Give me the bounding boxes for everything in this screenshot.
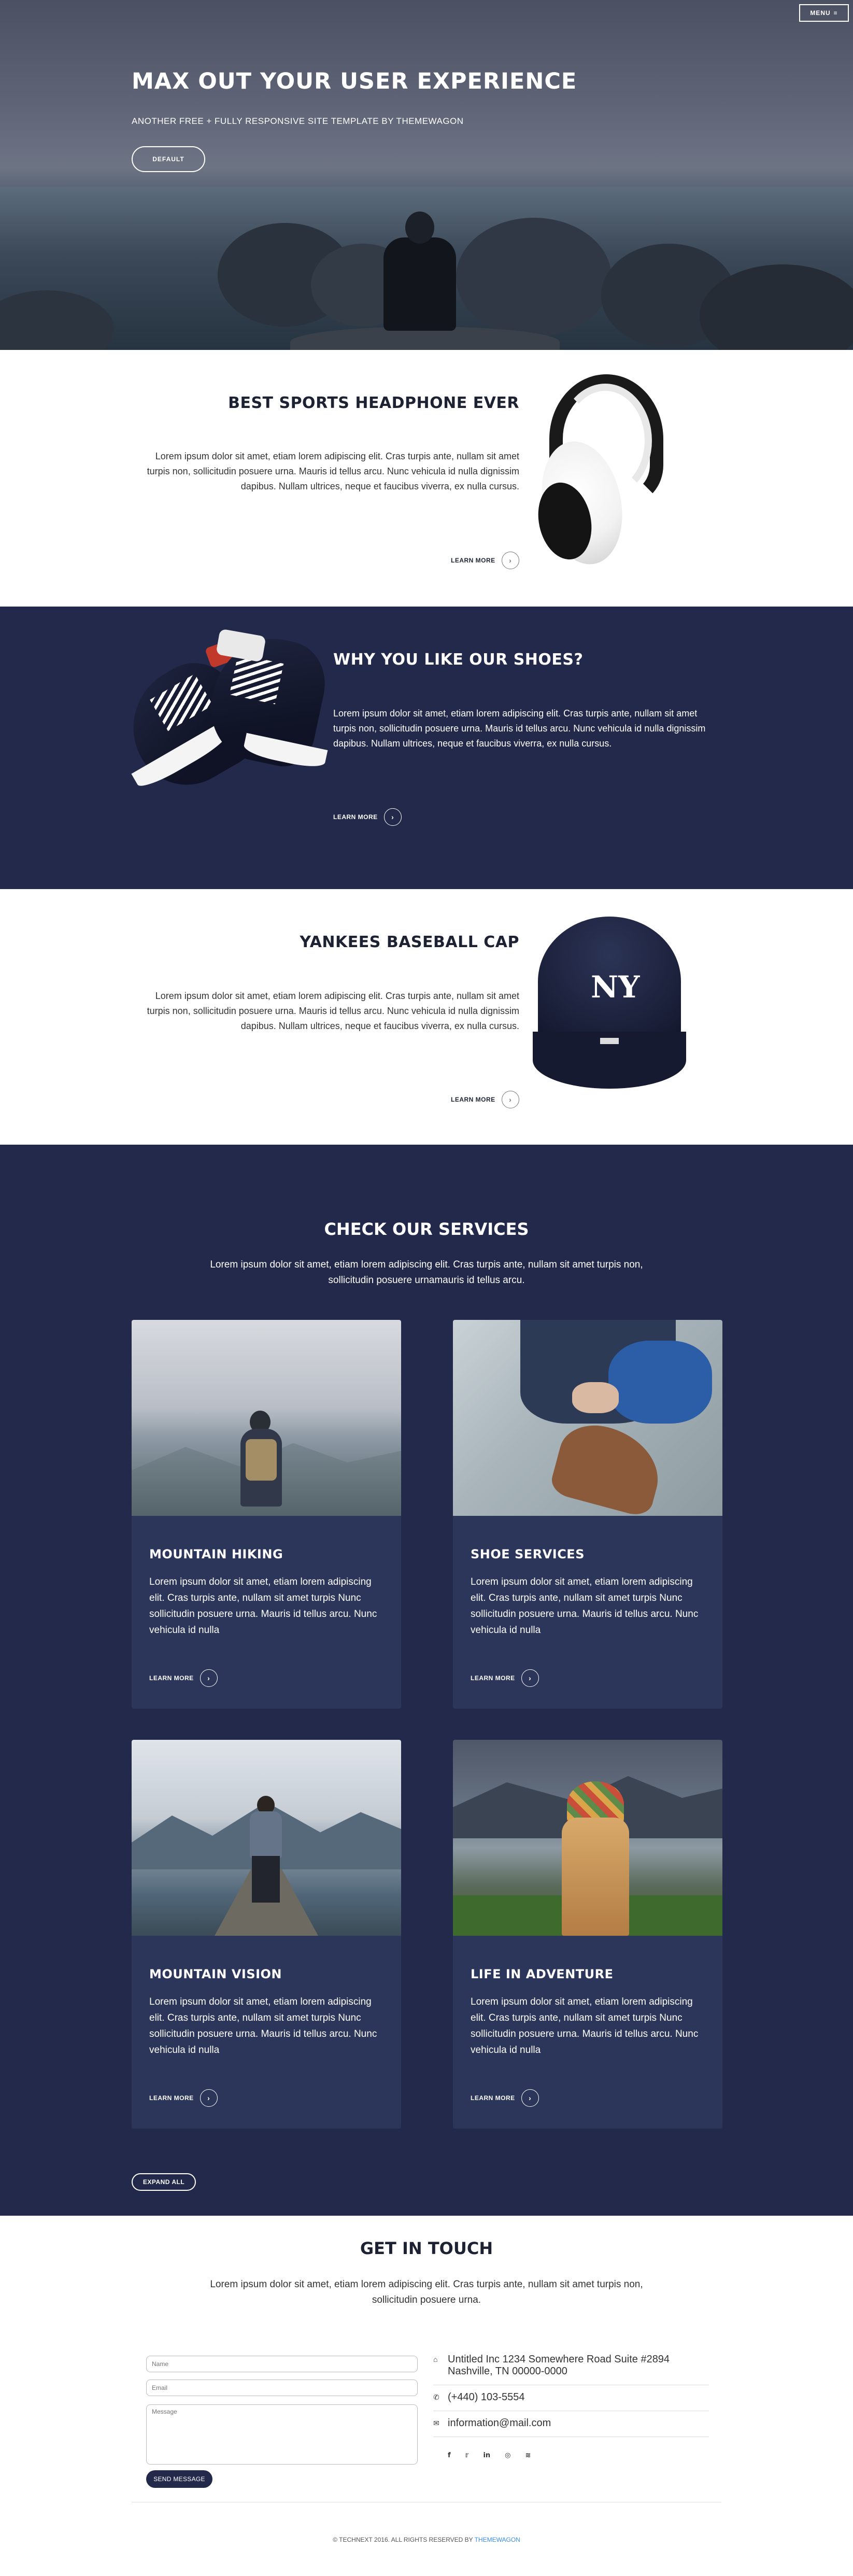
hero-rock <box>456 218 612 337</box>
email-address[interactable]: information@mail.com <box>448 2417 551 2429</box>
phone-row: ✆ (+440) 103-5554 <box>433 2385 709 2411</box>
hiking-photo <box>132 1320 401 1516</box>
product-body: Lorem ipsum dolor sit amet, etiam lorem … <box>333 708 706 749</box>
message-textarea[interactable] <box>146 2404 418 2465</box>
arrow-right-icon: › <box>200 1669 218 1687</box>
learn-more-label: LEARN MORE <box>149 1674 194 1682</box>
name-input[interactable] <box>146 2356 418 2372</box>
arrow-right-icon: › <box>383 808 402 826</box>
service-card-mountain-hiking[interactable]: MOUNTAIN HIKING Lorem ipsum dolor sit am… <box>132 1320 401 1709</box>
email-row: ✉ information@mail.com <box>433 2411 709 2437</box>
arrow-right-icon: › <box>521 1669 539 1687</box>
learn-more-label: LEARN MORE <box>451 557 495 564</box>
learn-more-label: LEARN MORE <box>471 1674 515 1682</box>
contact-info: ⌂ Untitled Inc 1234 Somewhere Road Suite… <box>433 2350 709 2437</box>
twitter-icon[interactable]: 𝕣 <box>465 2452 469 2459</box>
mountain-vision-photo <box>132 1740 401 1936</box>
shoe-service-photo <box>453 1320 722 1516</box>
footer: © TECHNEXT 2016. ALL RIGHTS RESERVED BY … <box>0 2536 853 2543</box>
ny-logo: NY <box>591 969 640 1005</box>
card-title: MOUNTAIN VISION <box>149 1967 282 1981</box>
menu-button[interactable]: MENU ≡ <box>799 4 849 22</box>
services-description: Lorem ipsum dolor sit amet, etiam lorem … <box>210 1259 643 1286</box>
home-icon: ⌂ <box>433 2355 438 2363</box>
rss-icon[interactable]: ≋ <box>525 2452 531 2459</box>
expand-all-button[interactable]: EXPAND ALL <box>132 2173 196 2191</box>
card-title: MOUNTAIN HIKING <box>149 1547 283 1561</box>
product-title: YANKEES BASEBALL CAP <box>300 933 519 951</box>
learn-more-link[interactable]: LEARN MORE › <box>471 2089 539 2107</box>
learn-more-link[interactable]: LEARN MORE › <box>149 2089 218 2107</box>
arrow-right-icon: › <box>501 1091 519 1108</box>
card-body: Lorem ipsum dolor sit amet, etiam lorem … <box>149 1576 377 1636</box>
menu-label: MENU <box>810 9 831 17</box>
learn-more-label: LEARN MORE <box>149 2094 194 2102</box>
card-body: Lorem ipsum dolor sit amet, etiam lorem … <box>471 1576 699 1636</box>
email-input[interactable] <box>146 2380 418 2396</box>
footer-copyright: © TECHNEXT 2016. ALL RIGHTS RESERVED BY <box>333 2536 473 2543</box>
phone-icon: ✆ <box>433 2393 439 2401</box>
card-title: LIFE IN ADVENTURE <box>471 1967 614 1981</box>
facebook-icon[interactable]: f <box>448 2452 451 2459</box>
product-title: BEST SPORTS HEADPHONE EVER <box>228 394 519 412</box>
learn-more-label: LEARN MORE <box>333 813 378 821</box>
services-title: CHECK OUR SERVICES <box>324 1219 529 1239</box>
arrow-right-icon: › <box>501 552 519 569</box>
address-row: ⌂ Untitled Inc 1234 Somewhere Road Suite… <box>433 2350 709 2385</box>
contact-section <box>0 2216 853 2576</box>
phone-number: (+440) 103-5554 <box>448 2391 525 2403</box>
card-body: Lorem ipsum dolor sit amet, etiam lorem … <box>471 1996 699 2056</box>
dribbble-icon[interactable]: ◎ <box>505 2452 510 2459</box>
product-body: Lorem ipsum dolor sit amet, etiam lorem … <box>147 451 519 491</box>
service-card-life-in-adventure[interactable]: LIFE IN ADVENTURE Lorem ipsum dolor sit … <box>453 1740 722 2129</box>
hero-person <box>383 237 456 331</box>
hero-subtitle: ANOTHER FREE + FULLY RESPONSIVE SITE TEM… <box>132 116 464 126</box>
arrow-right-icon: › <box>521 2089 539 2107</box>
hero-title: MAX OUT YOUR USER EXPERIENCE <box>132 68 577 94</box>
contact-title: GET IN TOUCH <box>360 2239 493 2258</box>
send-message-button[interactable]: SEND MESSAGE <box>146 2470 212 2488</box>
learn-more-label: LEARN MORE <box>471 2094 515 2102</box>
hero-section: MENU ≡ MAX OUT YOUR USER EXPERIENCE ANOT… <box>0 0 853 350</box>
footer-brand-link[interactable]: THEMEWAGON <box>475 2536 520 2543</box>
card-title: SHOE SERVICES <box>471 1547 585 1561</box>
learn-more-link[interactable]: LEARN MORE › <box>451 1091 519 1108</box>
learn-more-link[interactable]: LEARN MORE › <box>471 1669 539 1687</box>
hero-person-head <box>405 212 434 244</box>
menu-icon: ≡ <box>833 9 838 17</box>
services-section <box>0 1145 853 2216</box>
learn-more-link[interactable]: LEARN MORE › <box>149 1669 218 1687</box>
learn-more-link[interactable]: LEARN MORE › <box>451 552 519 569</box>
arrow-right-icon: › <box>200 2089 218 2107</box>
linkedin-icon[interactable]: in <box>483 2452 490 2459</box>
learn-more-link[interactable]: LEARN MORE › <box>333 808 402 826</box>
adventure-photo <box>453 1740 722 1936</box>
service-card-mountain-vision[interactable]: MOUNTAIN VISION Lorem ipsum dolor sit am… <box>132 1740 401 2129</box>
product-title: WHY YOU LIKE OUR SHOES? <box>333 651 584 669</box>
address-line1: Untitled Inc 1234 Somewhere Road Suite #… <box>448 2354 670 2365</box>
address-line2: Nashville, TN 00000-0000 <box>448 2366 567 2377</box>
contact-description: Lorem ipsum dolor sit amet, etiam lorem … <box>210 2279 643 2305</box>
product-body: Lorem ipsum dolor sit amet, etiam lorem … <box>147 991 519 1031</box>
default-button[interactable]: DEFAULT <box>132 146 205 172</box>
social-links: f 𝕣 in ◎ ≋ <box>448 2452 531 2459</box>
card-body: Lorem ipsum dolor sit amet, etiam lorem … <box>149 1996 377 2056</box>
envelope-icon: ✉ <box>433 2419 439 2427</box>
service-card-shoe-services[interactable]: SHOE SERVICES Lorem ipsum dolor sit amet… <box>453 1320 722 1709</box>
learn-more-label: LEARN MORE <box>451 1096 495 1103</box>
